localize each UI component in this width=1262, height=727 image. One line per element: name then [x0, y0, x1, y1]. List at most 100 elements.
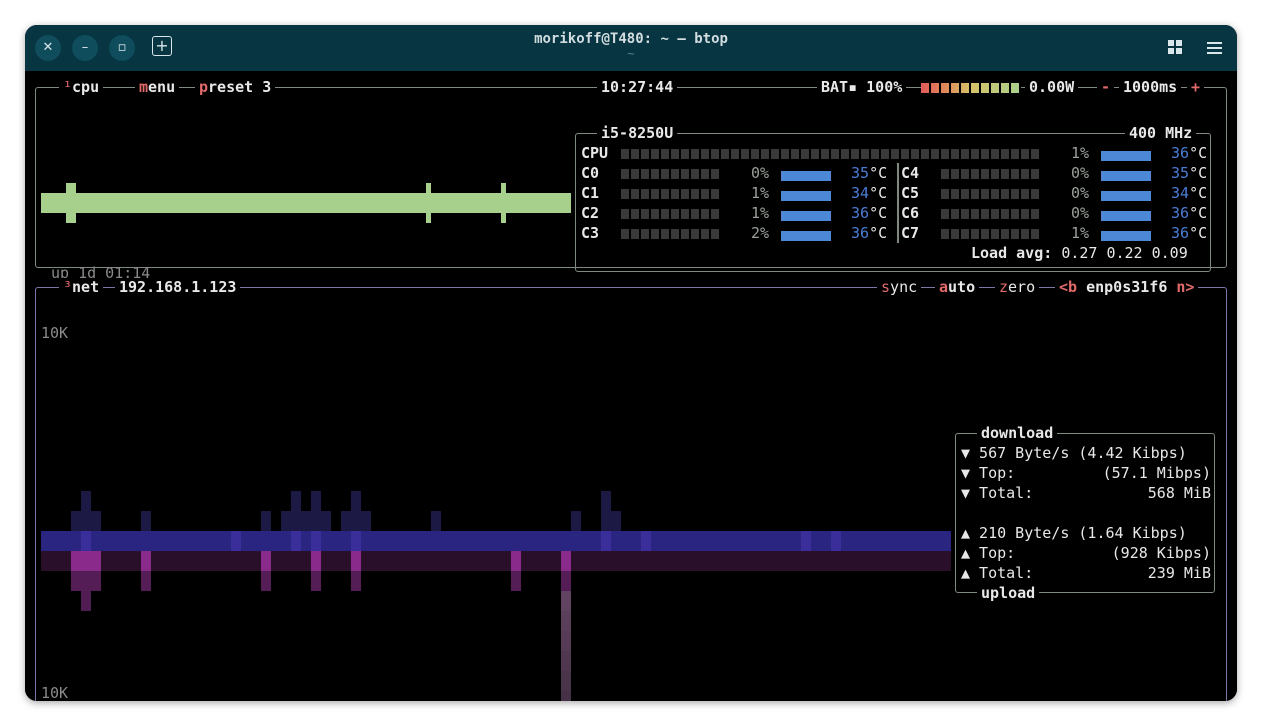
upload-cell [431, 551, 441, 571]
download-cell [511, 531, 521, 551]
cpu-tab[interactable]: ¹cpu [59, 77, 104, 97]
download-cell [561, 531, 571, 551]
download-cell [351, 511, 361, 531]
download-cell [201, 531, 211, 551]
battery-label: BAT▪ 100% [817, 77, 907, 97]
download-cell [761, 531, 771, 551]
download-cell [151, 531, 161, 551]
download-cell [901, 531, 911, 551]
core-temp: 34°C [851, 184, 888, 202]
upload-cell [351, 551, 361, 571]
upload-cell [441, 551, 451, 571]
core-temp: 36°C [851, 204, 888, 222]
download-cell [421, 531, 431, 551]
download-cell [361, 511, 371, 531]
upload-top-label: ▲ Top: [961, 544, 1016, 562]
download-cell [161, 531, 171, 551]
net-scale-top: 10K [41, 324, 69, 342]
download-cell [181, 531, 191, 551]
download-cell [341, 511, 351, 531]
upload-cell [91, 551, 101, 571]
download-cell [91, 531, 101, 551]
upload-cell [901, 551, 911, 571]
battery-meter [921, 83, 1021, 93]
core-label: C4 [901, 164, 920, 182]
upload-cell [701, 551, 711, 571]
menu-button[interactable]: menu [135, 77, 180, 97]
download-cell [601, 491, 611, 511]
upload-cell [651, 551, 661, 571]
core-usage-meter [941, 209, 1041, 219]
power-readout: 0.00W [1025, 77, 1079, 97]
cpu-model: i5-8250U [597, 123, 678, 143]
interface-selector[interactable]: <b enp0s31f6 n> [1055, 277, 1199, 297]
net-traffic-graph [41, 491, 951, 701]
upload-cell [711, 551, 721, 571]
upload-cell [71, 571, 81, 591]
upload-cell [911, 551, 921, 571]
download-cell [801, 531, 811, 551]
auto-button[interactable]: auto [935, 277, 980, 297]
download-cell [311, 491, 321, 511]
cpu-total-temp: 36°C [1171, 144, 1208, 162]
upload-cell [261, 571, 271, 591]
download-cell [851, 531, 861, 551]
download-cell [491, 531, 501, 551]
sync-button[interactable]: sync [877, 277, 922, 297]
upload-cell [471, 551, 481, 571]
download-cell [431, 511, 441, 531]
upload-cell [221, 551, 231, 571]
interval-decrease[interactable]: - [1097, 77, 1115, 97]
download-cell [631, 531, 641, 551]
download-cell [721, 531, 731, 551]
upload-cell [481, 551, 491, 571]
core-label: C6 [901, 204, 920, 222]
ip-address: 192.168.1.123 [115, 277, 241, 297]
net-tab[interactable]: ³net [59, 277, 104, 297]
download-cell [111, 531, 121, 551]
download-cell [771, 531, 781, 551]
download-cell [661, 531, 671, 551]
interval-increase[interactable]: + [1187, 77, 1205, 97]
hamburger-menu-icon[interactable] [1207, 40, 1222, 54]
clock: 10:27:44 [597, 77, 678, 97]
upload-cell [521, 551, 531, 571]
core-label: C7 [901, 224, 920, 242]
upload-cell [91, 571, 101, 591]
download-cell [211, 531, 221, 551]
upload-cell [881, 551, 891, 571]
download-cell [381, 531, 391, 551]
download-cell [731, 531, 741, 551]
upload-cell [871, 551, 881, 571]
upload-cell [511, 551, 521, 571]
core-pct: 0% [1071, 204, 1090, 222]
load-average: Load avg: 0.27 0.22 0.09 [971, 244, 1188, 262]
core-label: C0 [581, 164, 600, 182]
download-cell [141, 531, 151, 551]
zero-button[interactable]: zero [995, 277, 1040, 297]
cpu-total-pct: 1% [1071, 144, 1090, 162]
download-cell [311, 531, 321, 551]
preset-button[interactable]: preset 3 [195, 77, 276, 97]
cpu-graph-spike [501, 183, 506, 223]
download-cell [641, 531, 651, 551]
upload-cell [671, 551, 681, 571]
upload-cell [401, 551, 411, 571]
grid-icon[interactable] [1168, 39, 1182, 54]
download-cell [601, 511, 611, 531]
download-rate: ▼ 567 Byte/s (4.42 Kibps) [961, 444, 1187, 462]
download-cell [501, 531, 511, 551]
download-cell [681, 531, 691, 551]
upload-cell [201, 551, 211, 571]
download-cell [571, 531, 581, 551]
update-interval: 1000ms [1119, 77, 1182, 97]
upload-cell [931, 551, 941, 571]
upload-title: upload [977, 583, 1040, 603]
upload-cell [491, 551, 501, 571]
download-cell [941, 531, 951, 551]
upload-cell [891, 551, 901, 571]
core-pct: 1% [751, 184, 770, 202]
upload-cell [261, 551, 271, 571]
download-cell [521, 531, 531, 551]
download-cell [71, 531, 81, 551]
